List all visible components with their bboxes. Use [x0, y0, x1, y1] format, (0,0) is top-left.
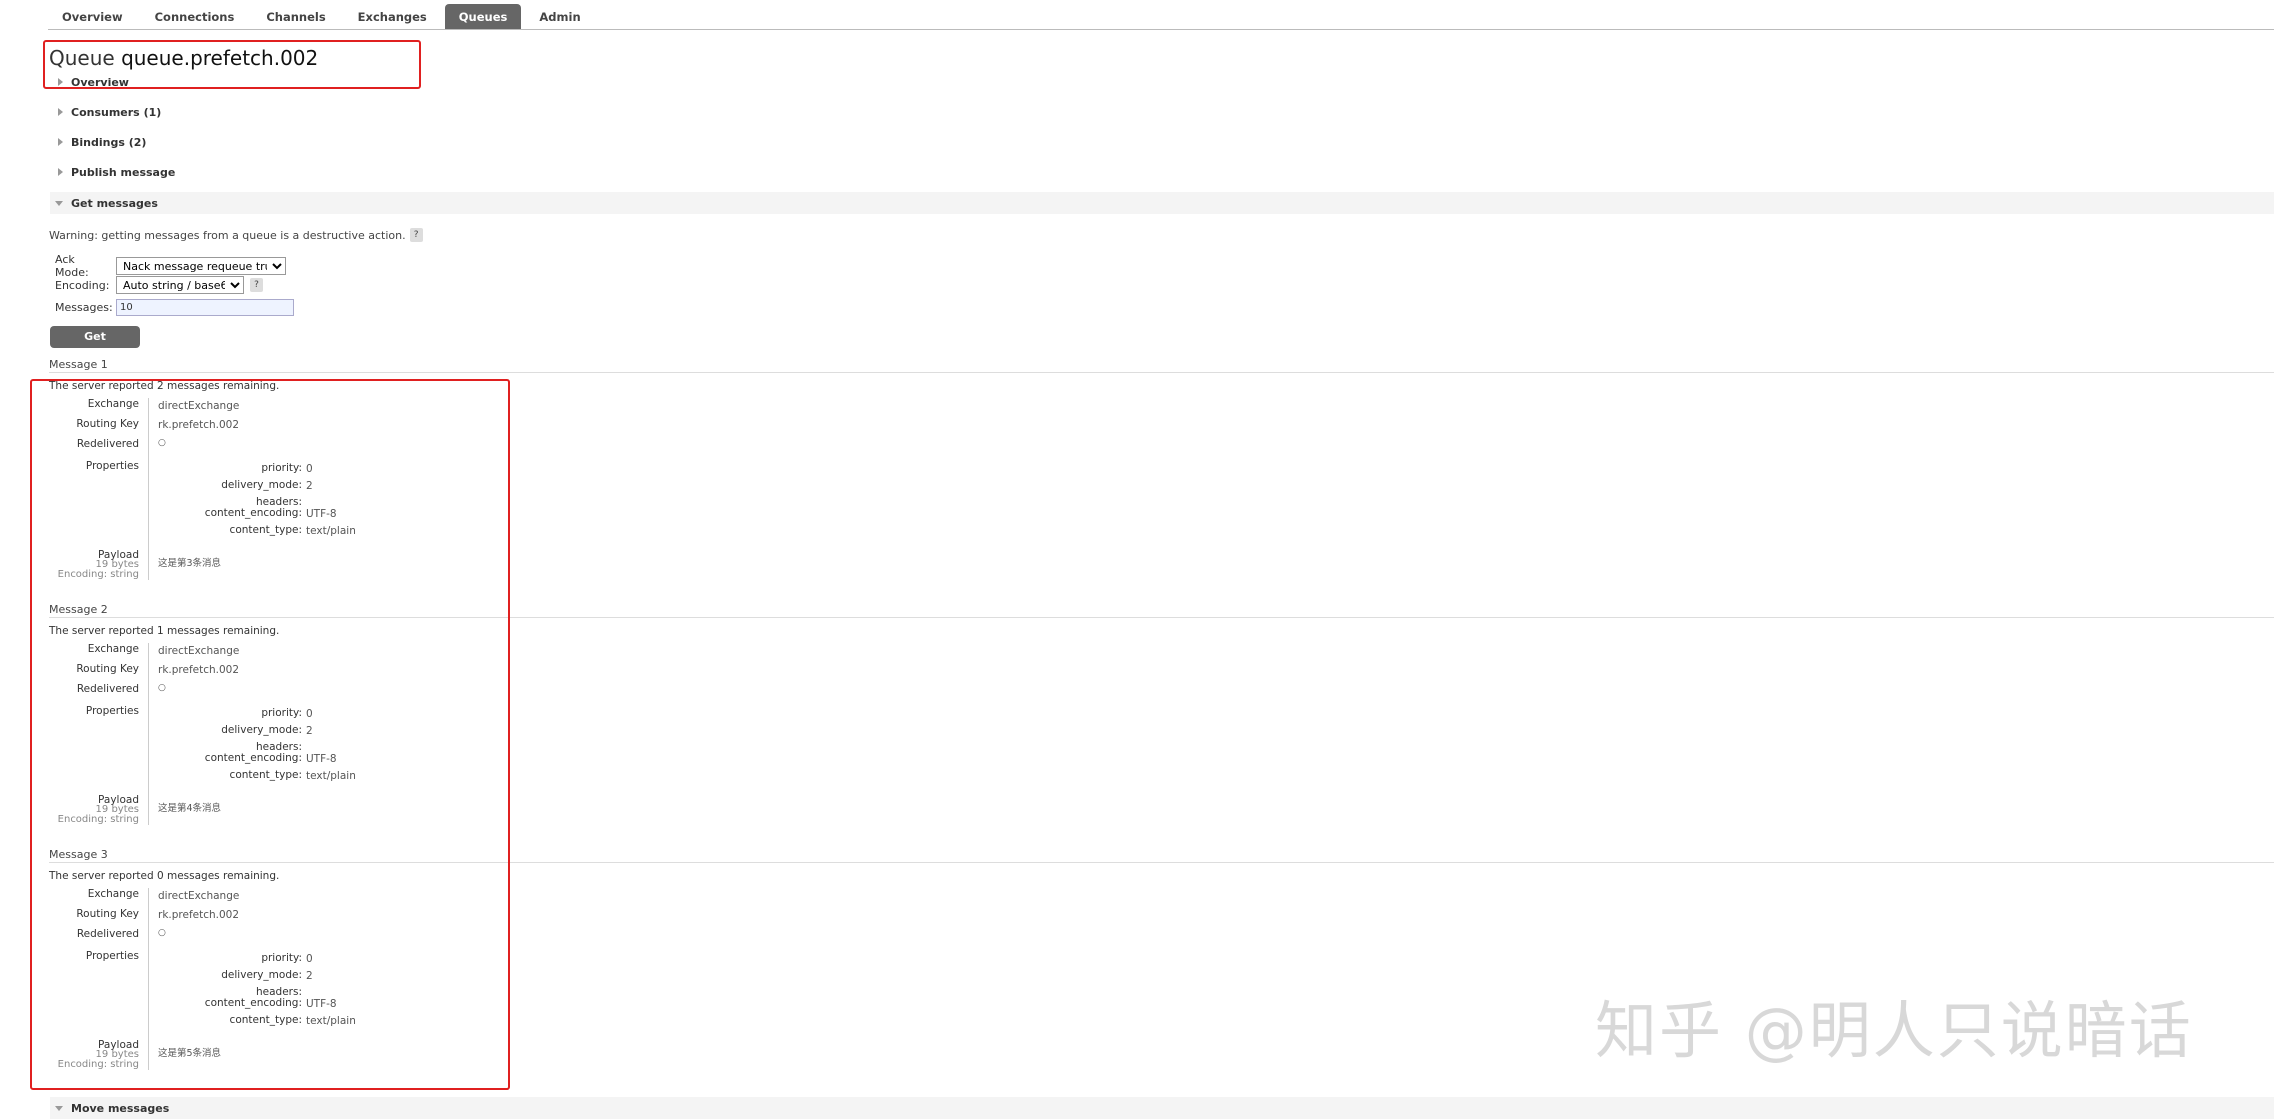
highlight-box-messages	[30, 379, 510, 1090]
watermark: 知乎 @明人只说暗话	[1595, 994, 2193, 1067]
nav-divider	[48, 29, 2274, 30]
messages-label: Messages:	[55, 301, 113, 314]
collapse-arrow-icon	[55, 200, 63, 206]
section-label: Get messages	[71, 196, 158, 210]
message-divider	[49, 372, 2274, 373]
section-label: Overview	[71, 75, 129, 89]
section-move-messages[interactable]: Move messages	[50, 1097, 2274, 1119]
section-label: Consumers (1)	[71, 105, 162, 119]
tab-exchanges[interactable]: Exchanges	[343, 4, 441, 30]
section-consumers[interactable]: Consumers (1)	[50, 101, 2274, 123]
expand-arrow-icon	[58, 78, 63, 86]
section-label: Bindings (2)	[71, 135, 147, 149]
help-icon[interactable]: ?	[250, 278, 263, 292]
encoding-row: Encoding: Auto string / base64 ?	[55, 276, 263, 294]
section-label: Publish message	[71, 165, 176, 179]
destructive-warning: Warning: getting messages from a queue i…	[49, 228, 423, 242]
encoding-select[interactable]: Auto string / base64	[116, 276, 244, 294]
tab-channels[interactable]: Channels	[252, 4, 340, 30]
section-get-messages[interactable]: Get messages	[50, 192, 2274, 214]
messages-row: Messages:	[55, 299, 294, 316]
ack-mode-select[interactable]: Nack message requeue true	[116, 257, 286, 275]
expand-arrow-icon	[58, 138, 63, 146]
expand-arrow-icon	[58, 168, 63, 176]
warning-text: Warning: getting messages from a queue i…	[49, 228, 406, 242]
collapse-arrow-icon	[55, 1105, 63, 1111]
tab-overview[interactable]: Overview	[48, 4, 137, 30]
tab-queues[interactable]: Queues	[444, 4, 522, 30]
message-header: Message 1	[49, 358, 108, 371]
messages-count-input[interactable]	[116, 299, 294, 316]
section-publish-message[interactable]: Publish message	[50, 161, 2274, 183]
section-label: Move messages	[71, 1101, 170, 1115]
section-bindings[interactable]: Bindings (2)	[50, 131, 2274, 153]
top-nav: Overview Connections Channels Exchanges …	[48, 4, 595, 30]
section-overview[interactable]: Overview	[50, 71, 2274, 93]
tab-admin[interactable]: Admin	[525, 4, 595, 30]
help-icon[interactable]: ?	[409, 228, 423, 242]
expand-arrow-icon	[58, 108, 63, 116]
get-messages-button[interactable]: Get Message(s)	[50, 326, 140, 365]
tab-connections[interactable]: Connections	[140, 4, 249, 30]
encoding-label: Encoding:	[55, 278, 110, 292]
